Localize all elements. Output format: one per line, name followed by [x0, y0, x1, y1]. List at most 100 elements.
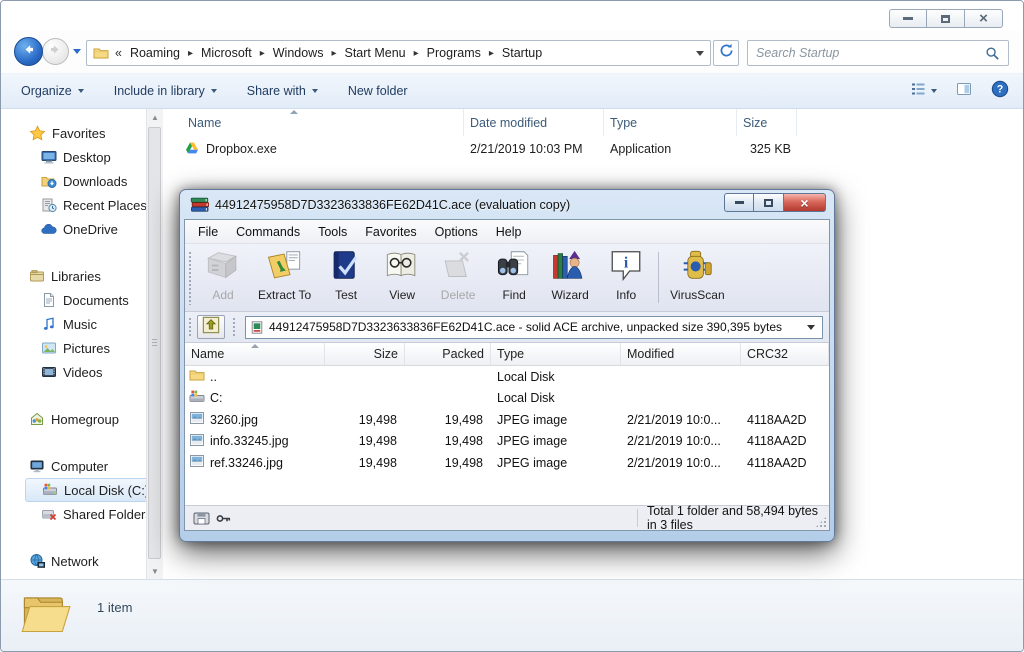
homegroup-icon: [29, 411, 45, 427]
sidebar-item-documents[interactable]: Documents: [1, 288, 146, 312]
menu-item-commands[interactable]: Commands: [227, 222, 309, 242]
videos-icon: [41, 364, 57, 380]
sidebar-item-onedrive[interactable]: OneDrive: [1, 217, 146, 241]
sidebar-item-local-disk-c-[interactable]: Local Disk (C:): [25, 478, 146, 502]
sidebar-item-desktop[interactable]: Desktop: [1, 145, 146, 169]
toolbar-button-new-folder[interactable]: New folder: [348, 84, 408, 98]
sidebar-gap: [1, 384, 146, 407]
toolbar-gripper-icon: [231, 316, 237, 338]
sidebar-item-label: Shared Folders: [63, 507, 146, 522]
file-row[interactable]: Dropbox.exe2/21/2019 10:03 PMApplication…: [164, 136, 1022, 162]
breadcrumb-item[interactable]: Startup: [498, 44, 546, 62]
sidebar-item-label: Pictures: [63, 341, 110, 356]
sidebar-item-label: Documents: [63, 293, 129, 308]
archiver-titlebar[interactable]: 44912475958D7D3323633836FE62D41C.ace (ev…: [184, 190, 830, 219]
search-input[interactable]: [756, 46, 985, 60]
dropdown-caret-icon: [211, 89, 217, 93]
archive-column-header-packed[interactable]: Packed: [405, 343, 491, 365]
menu-item-tools[interactable]: Tools: [309, 222, 356, 242]
sidebar-item-favorites[interactable]: Favorites: [1, 121, 146, 145]
breadcrumb-item[interactable]: Roaming: [126, 44, 184, 62]
back-button[interactable]: [14, 37, 43, 66]
sidebar-item-libraries[interactable]: Libraries: [1, 264, 146, 288]
preview-pane-icon: [955, 81, 973, 102]
archive-file-list: NameSizePackedTypeModifiedCRC32 ..Local …: [185, 343, 829, 505]
sidebar-item-network[interactable]: Network: [1, 549, 146, 573]
toolbar-button-share-with[interactable]: Share with: [247, 84, 318, 98]
sidebar-item-recent-places[interactable]: Recent Places: [1, 193, 146, 217]
sidebar-scrollbar[interactable]: ▲ ▼: [146, 109, 163, 579]
help-button[interactable]: ?: [991, 80, 1009, 103]
scrollbar-thumb[interactable]: [148, 127, 161, 559]
scroll-up-button[interactable]: ▲: [148, 109, 162, 125]
up-one-level-button[interactable]: [197, 315, 225, 339]
archiver-toolbar-button-virusscan[interactable]: VirusScan: [663, 246, 731, 309]
maximize-button[interactable]: [927, 9, 965, 28]
sidebar-item-videos[interactable]: Videos: [1, 360, 146, 384]
archiver-close-button[interactable]: ×: [784, 193, 826, 212]
sidebar-item-label: Libraries: [51, 269, 101, 284]
toolbar-gripper-icon: [187, 316, 193, 338]
toolbar-button-organize[interactable]: Organize: [21, 84, 84, 98]
column-header-date-modified[interactable]: Date modified: [464, 109, 604, 136]
pictures-icon: [41, 340, 57, 356]
menu-item-options[interactable]: Options: [426, 222, 487, 242]
archive-column-header-name[interactable]: Name: [185, 343, 325, 365]
views-dropdown-icon: [931, 89, 937, 93]
scroll-down-button[interactable]: ▼: [148, 563, 162, 579]
close-icon: ×: [979, 11, 988, 26]
archiver-toolbar-button-info[interactable]: iInfo: [598, 246, 654, 309]
sidebar-item-homegroup[interactable]: Homegroup: [1, 407, 146, 431]
sidebar-item-downloads[interactable]: Downloads: [1, 169, 146, 193]
toolbar-button-include-in-library[interactable]: Include in library: [114, 84, 217, 98]
breadcrumb-item[interactable]: Programs: [423, 44, 485, 62]
archiver-toolbar-button-find[interactable]: Find: [486, 246, 542, 309]
refresh-button[interactable]: [713, 40, 739, 66]
archive-row[interactable]: C:Local Disk: [185, 388, 829, 410]
column-header-name[interactable]: Name: [182, 109, 464, 136]
archiver-maximize-button[interactable]: [754, 193, 784, 212]
close-icon: ×: [800, 196, 808, 210]
sidebar-item-computer[interactable]: Computer: [1, 454, 146, 478]
sidebar-item-label: Recent Places: [63, 198, 146, 213]
archive-column-header-modified[interactable]: Modified: [621, 343, 741, 365]
archiver-toolbar-button-view[interactable]: View: [374, 246, 430, 309]
archive-column-header-crc32[interactable]: CRC32: [741, 343, 829, 365]
column-header-size[interactable]: Size: [737, 109, 797, 136]
archive-type-cell: Local Disk: [491, 370, 621, 384]
archive-row[interactable]: ..Local Disk: [185, 366, 829, 388]
breadcrumb-item[interactable]: Microsoft: [197, 44, 256, 62]
menu-item-file[interactable]: File: [189, 222, 227, 242]
breadcrumb-item[interactable]: Windows: [269, 44, 328, 62]
archive-row[interactable]: 3260.jpg19,49819,498JPEG image2/21/2019 …: [185, 409, 829, 431]
sidebar-item-music[interactable]: Music: [1, 312, 146, 336]
sidebar-item-label: Network: [51, 554, 99, 569]
archive-column-header-type[interactable]: Type: [491, 343, 621, 365]
archiver-toolbar-button-wizard[interactable]: Wizard: [542, 246, 598, 309]
close-button[interactable]: ×: [965, 9, 1003, 28]
archive-row[interactable]: ref.33246.jpg19,49819,498JPEG image2/21/…: [185, 452, 829, 474]
minimize-button[interactable]: [889, 9, 927, 28]
archiver-toolbar-button-add: Add: [195, 246, 251, 309]
menu-item-help[interactable]: Help: [487, 222, 531, 242]
column-header-type[interactable]: Type: [604, 109, 737, 136]
local-disk-icon: [42, 482, 58, 498]
sidebar-item-pictures[interactable]: Pictures: [1, 336, 146, 360]
sidebar-item-shared-folders[interactable]: Shared Folders: [1, 502, 146, 526]
archiver-toolbar-button-extract-to[interactable]: Extract To: [251, 246, 318, 309]
preview-pane-button[interactable]: [955, 81, 973, 102]
archiver-minimize-button[interactable]: [724, 193, 754, 212]
archive-column-header-size[interactable]: Size: [325, 343, 405, 365]
change-view-button[interactable]: [909, 81, 937, 102]
breadcrumb-item[interactable]: Start Menu: [341, 44, 410, 62]
archiver-toolbar-button-test[interactable]: Test: [318, 246, 374, 309]
recent-pages-dropdown[interactable]: [73, 49, 81, 54]
address-bar[interactable]: «Roaming▸Microsoft▸Windows▸Start Menu▸Pr…: [86, 40, 711, 66]
archiver-client-area: FileCommandsToolsFavoritesOptionsHelp Ad…: [184, 219, 830, 531]
archiver-menubar: FileCommandsToolsFavoritesOptionsHelp: [185, 220, 829, 244]
forward-button[interactable]: [42, 38, 69, 65]
archive-row[interactable]: info.33245.jpg19,49819,498JPEG image2/21…: [185, 431, 829, 453]
menu-item-favorites[interactable]: Favorites: [356, 222, 425, 242]
archive-path-combo[interactable]: 44912475958D7D3323633836FE62D41C.ace - s…: [245, 316, 823, 339]
address-dropdown-icon[interactable]: [696, 51, 704, 56]
